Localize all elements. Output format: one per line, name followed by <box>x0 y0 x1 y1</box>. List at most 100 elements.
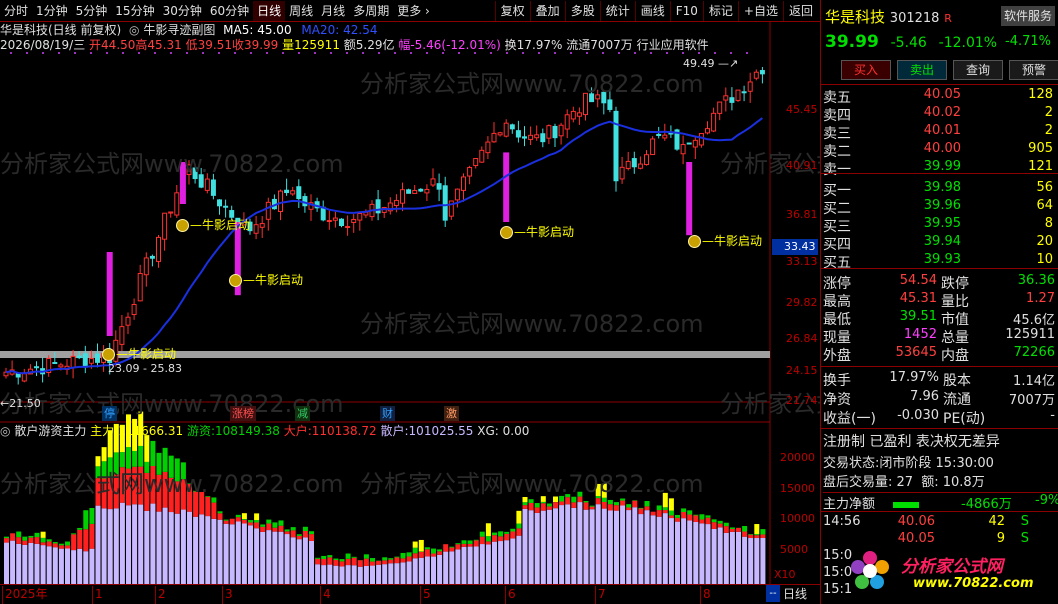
retail-bar <box>65 548 70 584</box>
bigholder-bar <box>260 526 266 532</box>
x-axis-period-label[interactable]: 日线 <box>783 585 807 602</box>
event-tag-finance[interactable]: 财 <box>380 406 395 421</box>
hotmoney-bar <box>284 529 290 532</box>
stock-name: 华是科技 <box>825 8 886 26</box>
hotmoney-bar <box>400 552 406 559</box>
candle-body <box>461 176 466 191</box>
retail-bar <box>546 509 552 584</box>
money-bag-icon <box>229 274 242 287</box>
candle-body <box>503 122 509 137</box>
hotmoney-bar <box>138 445 144 467</box>
flower-logo-icon <box>851 551 889 589</box>
indicator-name[interactable]: 牛影寻迹副图 <box>143 23 215 37</box>
hotmoney-bar <box>601 497 607 502</box>
toolbar-action-1[interactable]: 叠加 <box>529 0 565 21</box>
toolbar-action-4[interactable]: 画线 <box>634 0 670 21</box>
hotmoney-bar <box>278 520 284 526</box>
toolbar-action-6[interactable]: 标记 <box>702 0 738 21</box>
candle-body <box>735 89 741 101</box>
candle-body <box>564 114 570 130</box>
stat-value: 7007万 <box>1008 393 1055 408</box>
range-label: 23.09 - 25.83 <box>108 362 182 375</box>
trade-button-3[interactable]: 预警 <box>1009 60 1058 80</box>
period-tab-6[interactable]: 日线 <box>253 0 286 21</box>
sector-button[interactable]: 软件服务 <box>1001 6 1055 26</box>
ask-label: 卖四 <box>823 108 851 124</box>
site-watermark-url: www.70822.com <box>913 576 1034 591</box>
candle-body <box>125 316 131 326</box>
kline-chart[interactable]: 分析家公式网www.70822.com 分析家公式网www.70822.com 分析… <box>0 22 820 604</box>
candle-body <box>21 373 27 382</box>
bigholder-bar <box>528 502 534 511</box>
hotmoney-bar <box>693 514 699 516</box>
period-tab-8[interactable]: 月线 <box>317 1 349 21</box>
period-tab-5[interactable]: 60分钟 <box>206 1 253 21</box>
candle-body <box>479 149 485 163</box>
sub-indicator-header: ◎ 散户游资主力 主力:111666.31 游资:108149.38 大户:11… <box>0 424 529 439</box>
bigholder-bar <box>479 536 485 545</box>
bigholder-bar <box>748 534 754 539</box>
trade-button-0[interactable]: 买入 <box>841 60 891 80</box>
bigholder-bar <box>449 547 455 552</box>
toolbar-action-7[interactable]: +自选 <box>737 0 783 21</box>
x-axis-scroll-button[interactable]: -- <box>766 585 780 602</box>
marker-dot <box>730 52 732 54</box>
event-tag-incentive[interactable]: 激 <box>444 406 459 421</box>
bigholder-bar <box>248 522 253 526</box>
info-industry: 行业应用软件 <box>636 38 709 52</box>
sub-indicator-toggle-icon[interactable]: ◎ <box>0 424 10 438</box>
hotmoney-bar <box>46 539 52 542</box>
retail-bar <box>278 531 284 584</box>
candle-body <box>326 220 332 223</box>
retail-bar <box>28 542 34 584</box>
trade-button-2[interactable]: 查询 <box>953 60 1003 80</box>
retail-bar <box>534 512 540 584</box>
bigholder-bar <box>601 501 607 509</box>
period-tab-2[interactable]: 5分钟 <box>72 1 112 21</box>
bigholder-bar <box>431 553 436 557</box>
event-tag-limitup[interactable]: 涨榜 <box>230 406 256 421</box>
period-tab-9[interactable]: 多周期 <box>349 1 393 21</box>
retail-bar <box>577 502 583 584</box>
toolbar-action-0[interactable]: 复权 <box>494 0 530 21</box>
retail-bar <box>254 528 260 584</box>
hotmoney-bar <box>748 534 754 535</box>
signal-candle <box>106 252 113 336</box>
mainforce-bar <box>412 541 418 548</box>
indicator-toggle-icon[interactable]: ◎ <box>129 23 139 37</box>
hotmoney-bar <box>28 535 34 538</box>
trade-button-1[interactable]: 卖出 <box>897 60 947 80</box>
bid-price: 39.94 <box>923 234 961 249</box>
period-tab-1[interactable]: 1分钟 <box>32 1 72 21</box>
retail-bar <box>504 540 510 584</box>
hotmoney-bar <box>327 555 333 558</box>
bigholder-bar <box>309 534 314 541</box>
sub-indicator-name[interactable]: 散户游资主力 <box>14 424 86 438</box>
event-tag-halt[interactable]: 停 <box>102 406 117 421</box>
hotmoney-bar <box>742 525 748 532</box>
hotmoney-bar <box>681 508 687 513</box>
bigholder-bar <box>510 531 516 539</box>
period-tab-3[interactable]: 15分钟 <box>111 1 158 21</box>
stat-value: 36.36 <box>1017 273 1055 288</box>
mainforce-bar <box>241 513 247 520</box>
toolbar-action-3[interactable]: 统计 <box>599 0 635 21</box>
event-tag-reduce[interactable]: 减 <box>295 406 310 421</box>
stat-label: 股本 <box>943 373 971 389</box>
signal-label-3: —牛影启动 <box>229 271 303 288</box>
stat-label: 流通 <box>943 392 971 408</box>
retail-bar <box>16 543 22 584</box>
period-tab-4[interactable]: 30分钟 <box>159 1 206 21</box>
period-tab-7[interactable]: 周线 <box>285 1 317 21</box>
toolbar-action-5[interactable]: F10 <box>669 0 703 21</box>
period-tab-0[interactable]: 分时 <box>0 1 32 21</box>
retail-bar <box>431 556 436 584</box>
toolbar-action-8[interactable]: 返回 <box>782 0 818 21</box>
candle-body <box>52 362 58 365</box>
toolbar-action-2[interactable]: 多股 <box>564 0 600 21</box>
ask-price: 40.00 <box>923 141 961 156</box>
sub-axis-tag: X10 <box>774 568 796 581</box>
period-tab-10[interactable]: 更多 › <box>393 1 434 21</box>
mainforce-bar <box>144 435 150 462</box>
hotmoney-bar <box>321 555 327 559</box>
